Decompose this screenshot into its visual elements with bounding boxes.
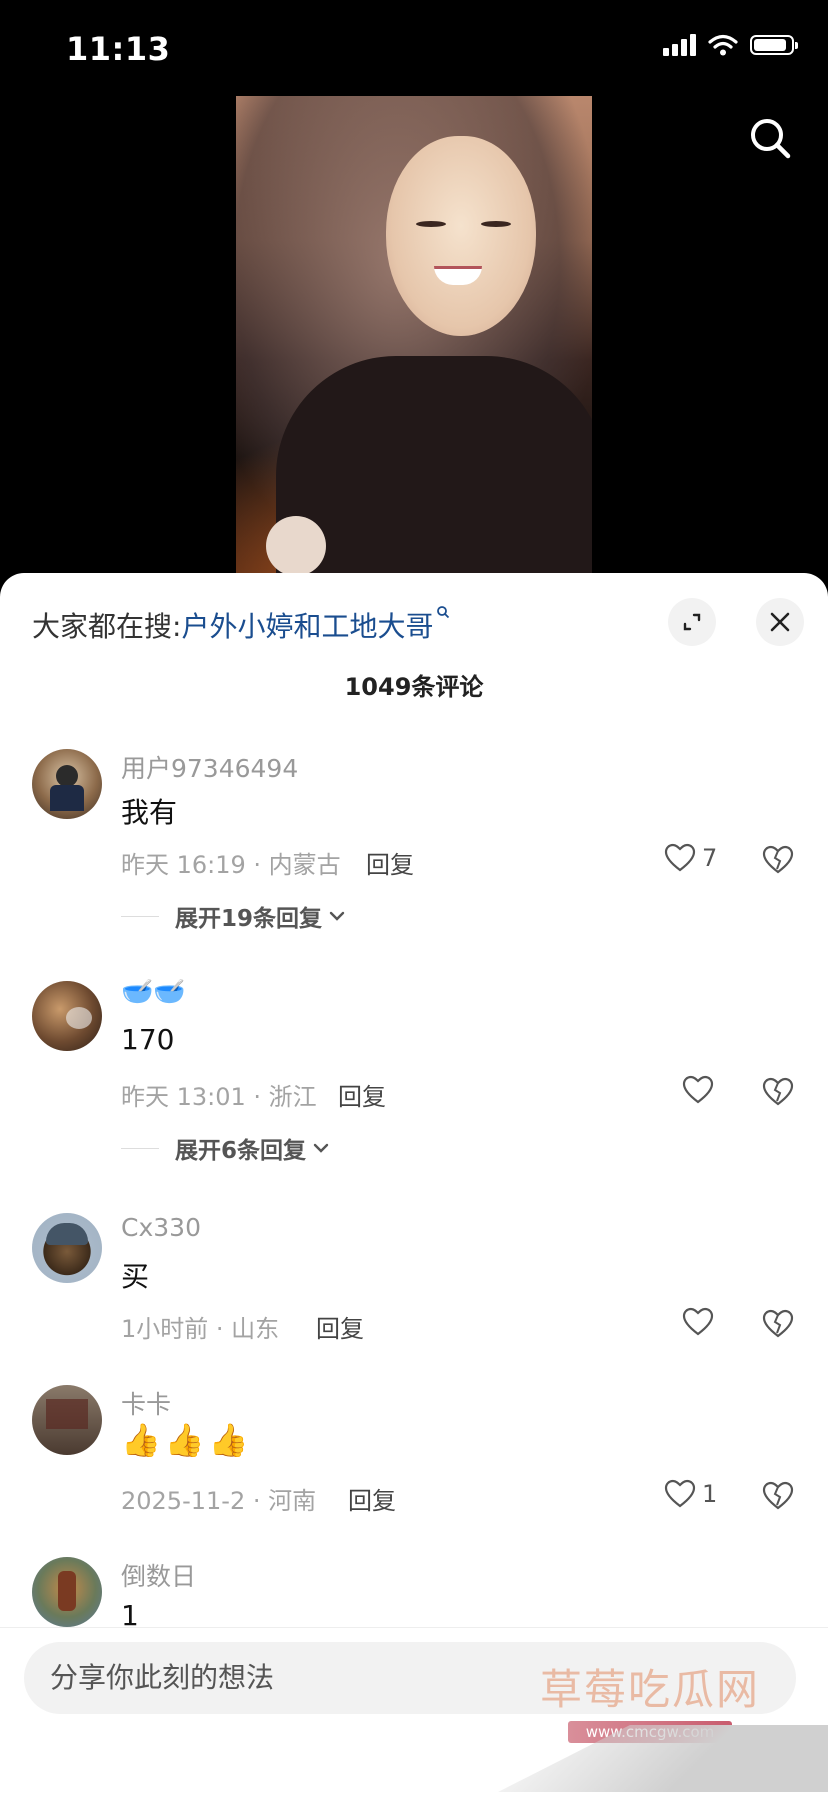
status-bar: 11:13 [0, 0, 828, 96]
broken-heart-icon[interactable] [762, 845, 794, 875]
comment-username[interactable]: 用户97346494 [121, 749, 298, 785]
reply-button[interactable]: 回复 [348, 1481, 396, 1516]
avatar[interactable] [32, 1213, 102, 1283]
search-small-icon [437, 606, 450, 619]
search-icon[interactable] [748, 116, 792, 160]
comment-meta: 1小时前 · 山东 [121, 1315, 280, 1343]
status-icons [663, 34, 798, 56]
comment-meta: 昨天 13:01 · 浙江 [121, 1083, 317, 1111]
cellular-signal-icon [663, 34, 696, 56]
comment-text: 170 [121, 1023, 175, 1056]
comment-sheet: 大家都在搜:户外小婷和工地大哥 1049条评论 用户97346494 我有 昨天… [0, 573, 828, 1792]
comment-item: Cx330 买 1小时前 · 山东 回复 [0, 1213, 828, 1363]
like-button[interactable]: 1 [664, 1479, 717, 1509]
avatar[interactable] [32, 1557, 102, 1627]
avatar[interactable] [32, 981, 102, 1051]
comment-item: 用户97346494 我有 昨天 16:19 · 内蒙古 回复 7 展开19条回… [0, 749, 828, 969]
chevron-down-icon [329, 911, 345, 921]
broken-heart-icon[interactable] [762, 1481, 794, 1511]
avatar[interactable] [32, 1385, 102, 1455]
comment-username[interactable]: 🥣🥣 [121, 977, 186, 1007]
expand-replies-button[interactable]: 展开19条回复 [121, 899, 346, 933]
comment-username[interactable]: Cx330 [121, 1213, 201, 1242]
comment-text: 我有 [121, 796, 178, 829]
trending-term[interactable]: 户外小婷和工地大哥 [181, 610, 433, 643]
wifi-icon [708, 34, 738, 56]
heart-icon [682, 1075, 714, 1104]
heart-icon [664, 843, 696, 872]
video-preview[interactable] [236, 96, 592, 576]
comment-item: 倒数日 1 [0, 1557, 828, 1637]
comment-username[interactable]: 倒数日 [121, 1557, 196, 1593]
comment-meta: 昨天 16:19 · 内蒙古 [121, 851, 341, 879]
comment-item: 🥣🥣 170 昨天 13:01 · 浙江 回复 展开6条回复 [0, 977, 828, 1201]
expand-sheet-button[interactable] [668, 598, 716, 646]
expand-replies-label: 展开19条回复 [175, 906, 323, 932]
comment-count: 1049条评论 [344, 673, 484, 701]
trending-search[interactable]: 大家都在搜:户外小婷和工地大哥 [32, 605, 450, 645]
comment-text: 买 [121, 1260, 150, 1293]
expand-icon [683, 613, 701, 631]
battery-icon [750, 35, 798, 55]
close-icon [770, 612, 790, 632]
reply-button[interactable]: 回复 [366, 845, 414, 880]
broken-heart-icon[interactable] [762, 1077, 794, 1107]
comment-meta: 2025-11-2 · 河南 [121, 1487, 317, 1515]
close-sheet-button[interactable] [756, 598, 804, 646]
like-button[interactable] [682, 1307, 720, 1337]
like-button[interactable]: 7 [664, 843, 717, 873]
expand-replies-label: 展开6条回复 [175, 1138, 307, 1164]
expand-replies-button[interactable]: 展开6条回复 [121, 1131, 330, 1165]
heart-icon [682, 1307, 714, 1336]
broken-heart-icon[interactable] [762, 1309, 794, 1339]
comment-item: 卡卡 👍👍👍 2025-11-2 · 河南 回复 1 [0, 1385, 828, 1535]
reply-button[interactable]: 回复 [316, 1309, 364, 1344]
reply-button[interactable]: 回复 [338, 1077, 386, 1112]
trending-prefix: 大家都在搜: [32, 610, 182, 643]
comment-text: 👍👍👍 [121, 1421, 253, 1459]
heart-icon [664, 1479, 696, 1508]
watermark-title: 草莓吃瓜网 [539, 1665, 760, 1714]
like-count: 1 [702, 1480, 718, 1508]
avatar[interactable] [32, 749, 102, 819]
status-time: 11:13 [66, 30, 171, 68]
like-count: 7 [702, 844, 718, 872]
comment-username[interactable]: 卡卡 [121, 1385, 171, 1421]
like-button[interactable] [682, 1075, 720, 1105]
chevron-down-icon [313, 1143, 329, 1153]
